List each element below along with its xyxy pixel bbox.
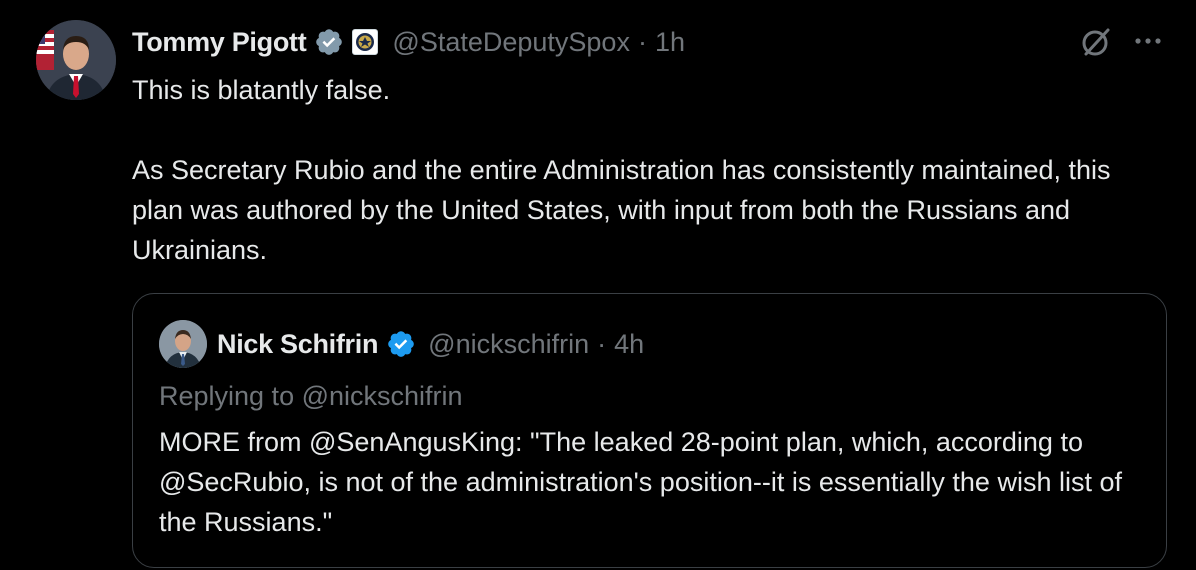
verified-badge-icon[interactable]	[314, 27, 344, 57]
quoted-post-time[interactable]: 4h	[614, 329, 644, 360]
tweet: Tommy Pigott @StateDeputySpox · 1h This …	[0, 0, 1196, 570]
quoted-author-handle[interactable]: @nickschifrin	[428, 329, 589, 360]
quoted-author-name[interactable]: Nick Schifrin	[217, 329, 378, 360]
more-icon[interactable]	[1130, 26, 1166, 56]
replying-to: Replying to @nickschifrin	[159, 381, 463, 411]
separator-dot: ·	[637, 26, 647, 57]
post-line-2: As Secretary Rubio and the entire Admini…	[132, 155, 1111, 265]
verified-badge-icon[interactable]	[386, 329, 416, 359]
post-line-1: This is blatantly false.	[132, 75, 391, 105]
post-text: This is blatantly false. As Secretary Ru…	[132, 70, 1152, 270]
state-department-seal-icon[interactable]	[352, 29, 379, 55]
author-avatar[interactable]	[36, 20, 116, 100]
post-time[interactable]: 1h	[655, 27, 685, 58]
author-handle[interactable]: @StateDeputySpox	[392, 27, 630, 58]
separator-dot: ·	[597, 328, 607, 359]
quoted-text: MORE from @SenAngusKing: "The leaked 28-…	[159, 427, 1122, 537]
quoted-header: Nick Schifrin @nickschifrin · 4h	[217, 322, 644, 366]
author-header: Tommy Pigott @StateDeputySpox · 1h	[132, 22, 685, 62]
quoted-tweet[interactable]: Nick Schifrin @nickschifrin · 4h Replyin…	[132, 293, 1167, 568]
quoted-author-avatar[interactable]	[159, 320, 207, 368]
author-name[interactable]: Tommy Pigott	[132, 27, 307, 58]
grok-icon[interactable]	[1078, 24, 1114, 60]
